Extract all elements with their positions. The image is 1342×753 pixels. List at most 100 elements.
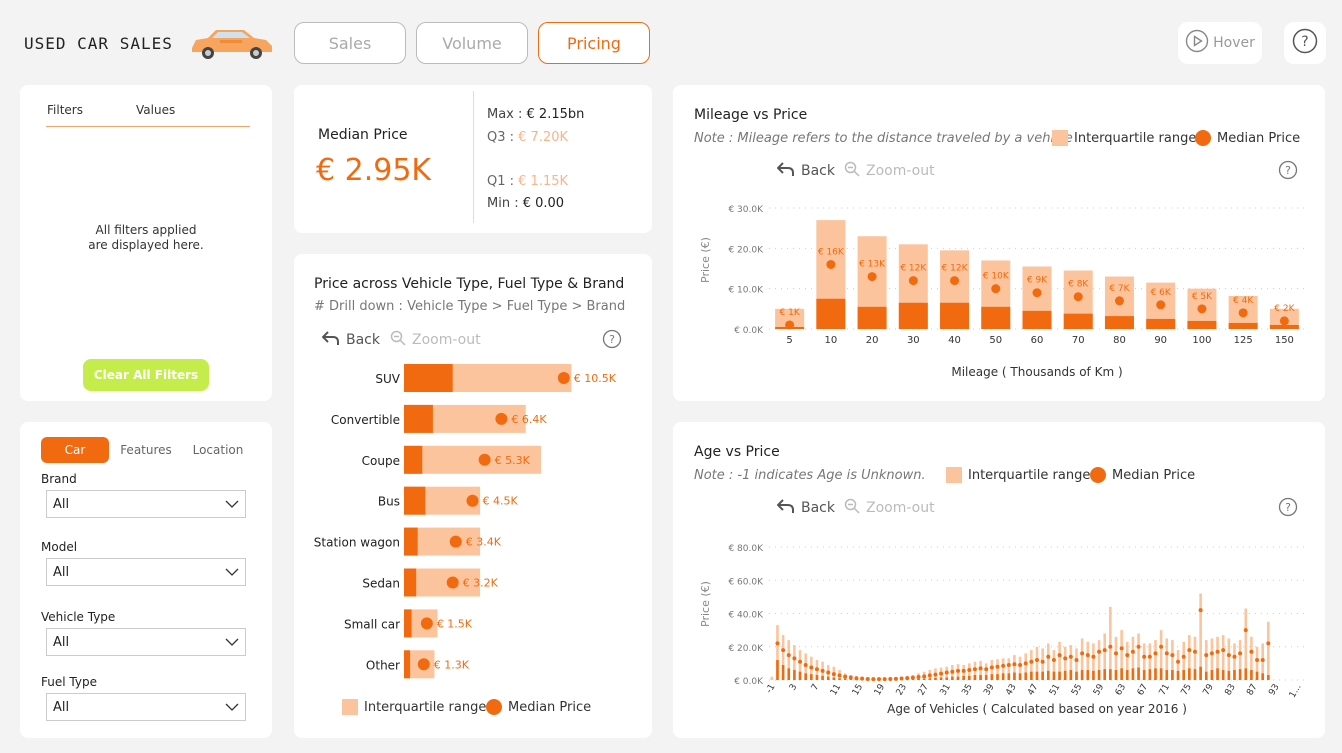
tab-location[interactable]: Location xyxy=(186,437,250,463)
back-button[interactable]: Back xyxy=(321,330,380,350)
q1-bar xyxy=(967,675,971,680)
data-label: € 9K xyxy=(1027,276,1048,286)
q1-bar xyxy=(1228,322,1258,329)
data-label: € 12K xyxy=(942,264,969,274)
q1-bar xyxy=(1018,673,1022,680)
filters-pane: Filters Values All filters applied are d… xyxy=(20,85,272,401)
x-tick-label: 47 xyxy=(1026,683,1040,698)
median-point xyxy=(449,535,462,548)
kpi-label: Median Price xyxy=(318,127,408,143)
q1-bar xyxy=(996,674,999,680)
svg-text:?: ? xyxy=(609,333,615,346)
y-tick-label: € 20.0K xyxy=(728,245,764,255)
model-dropdown[interactable]: All xyxy=(46,558,246,586)
brand-dropdown[interactable]: All xyxy=(46,490,246,518)
q1-bar xyxy=(939,677,943,680)
q1-bar xyxy=(1069,670,1073,680)
q1-bar xyxy=(984,675,988,680)
q1-bar xyxy=(1159,668,1163,680)
x-tick-label: 43 xyxy=(1004,683,1018,698)
data-label: € 3.4K xyxy=(466,536,502,549)
y-tick-label: € 60.0K xyxy=(728,577,764,587)
data-label: € 12K xyxy=(900,264,927,274)
filters-header: Filters Values xyxy=(46,101,250,127)
clear-all-filters-button[interactable]: Clear All Filters xyxy=(83,359,209,391)
x-tick-label: 100 xyxy=(1192,335,1211,346)
q1-bar xyxy=(1120,668,1123,680)
q1-bar xyxy=(1097,670,1101,680)
x-tick-label: 15 xyxy=(851,683,865,698)
q1-bar xyxy=(1007,673,1011,680)
median-point xyxy=(933,672,938,677)
median-point xyxy=(939,671,944,676)
vehicle-type-chart: SUV € 10.5K Convertible € 6.4K Coupe € 5.3K Bu… xyxy=(314,364,617,679)
q1-bar xyxy=(843,678,847,680)
slicer-pane: Car Features Location Brand All Model Al… xyxy=(20,422,272,738)
x-axis-label: Mileage ( Thousands of Km ) xyxy=(951,365,1122,379)
x-tick-label: 5 xyxy=(786,335,792,346)
median-point xyxy=(1147,654,1152,659)
iqr-bar xyxy=(770,676,774,680)
q1-bar xyxy=(962,675,965,680)
q1-bar xyxy=(1109,669,1112,680)
median-point xyxy=(792,656,797,661)
q1-bar xyxy=(1227,670,1231,680)
help-button[interactable]: ? xyxy=(1284,22,1326,64)
data-label: € 6K xyxy=(1151,288,1172,298)
median-point xyxy=(877,677,882,682)
y-tick-label: € 30.0K xyxy=(728,205,764,215)
nav-volume-button[interactable]: Volume xyxy=(416,22,528,64)
q1-bar xyxy=(1041,671,1044,680)
q1-bar xyxy=(1171,670,1174,680)
fuel-type-dropdown[interactable]: All xyxy=(46,693,246,721)
data-label: € 5K xyxy=(1192,292,1213,302)
mileage-chart: € 0.0K € 10.0K € 20.0K € 30.0K Price (€) Mile… xyxy=(699,205,1305,379)
median-point xyxy=(1181,654,1186,659)
tab-car[interactable]: Car xyxy=(41,437,109,463)
median-point xyxy=(820,668,825,673)
mileage-chart-card: Mileage vs Price Note : Mileage refers t… xyxy=(673,85,1325,401)
category-label: Station wagon xyxy=(314,536,400,550)
q1-bar xyxy=(832,677,836,680)
q1-bar xyxy=(1104,316,1134,329)
q1-bar xyxy=(404,527,418,556)
nav-pricing-button[interactable]: Pricing xyxy=(538,22,650,64)
median-point xyxy=(1102,648,1107,653)
vehicle-type-dropdown[interactable]: All xyxy=(46,628,246,656)
stat-q1-label: Q1 : xyxy=(487,174,515,189)
median-point xyxy=(1198,608,1203,613)
median-point xyxy=(809,665,814,670)
q1-bar xyxy=(1114,670,1118,680)
median-point xyxy=(1012,662,1017,667)
data-label: € 3.2K xyxy=(463,577,499,590)
median-point xyxy=(1035,658,1039,663)
x-tick-label: 23 xyxy=(895,683,909,698)
nav-sales-button[interactable]: Sales xyxy=(294,22,406,64)
median-point xyxy=(1051,658,1056,663)
data-label: € 5.3K xyxy=(495,454,531,467)
q1-bar xyxy=(1052,671,1056,680)
median-point xyxy=(1074,658,1079,663)
chevron-down-icon xyxy=(225,497,239,512)
zoom-out-button[interactable]: Zoom-out xyxy=(390,330,481,350)
median-point xyxy=(860,676,865,681)
median-point xyxy=(775,641,780,646)
chart-help-icon[interactable]: ? xyxy=(602,329,622,353)
median-point xyxy=(978,666,983,671)
x-tick-label: 50 xyxy=(989,335,1002,346)
q1-bar xyxy=(1075,671,1078,680)
back-label: Back xyxy=(346,332,380,348)
q1-bar xyxy=(1035,671,1039,680)
median-point xyxy=(1032,288,1042,298)
tab-features[interactable]: Features xyxy=(116,437,176,463)
q1-bar xyxy=(1092,670,1095,680)
hover-button[interactable]: Hover xyxy=(1178,22,1262,64)
x-tick-label: 11 xyxy=(829,683,843,698)
q1-bar xyxy=(793,670,796,680)
median-point xyxy=(1226,653,1231,658)
x-tick-label: 55 xyxy=(1070,683,1084,698)
values-column-header: Values xyxy=(136,103,176,117)
y-tick-label: € 0.0K xyxy=(734,326,764,336)
x-tick-label: -1 xyxy=(764,683,777,696)
q1-bar xyxy=(917,679,920,680)
